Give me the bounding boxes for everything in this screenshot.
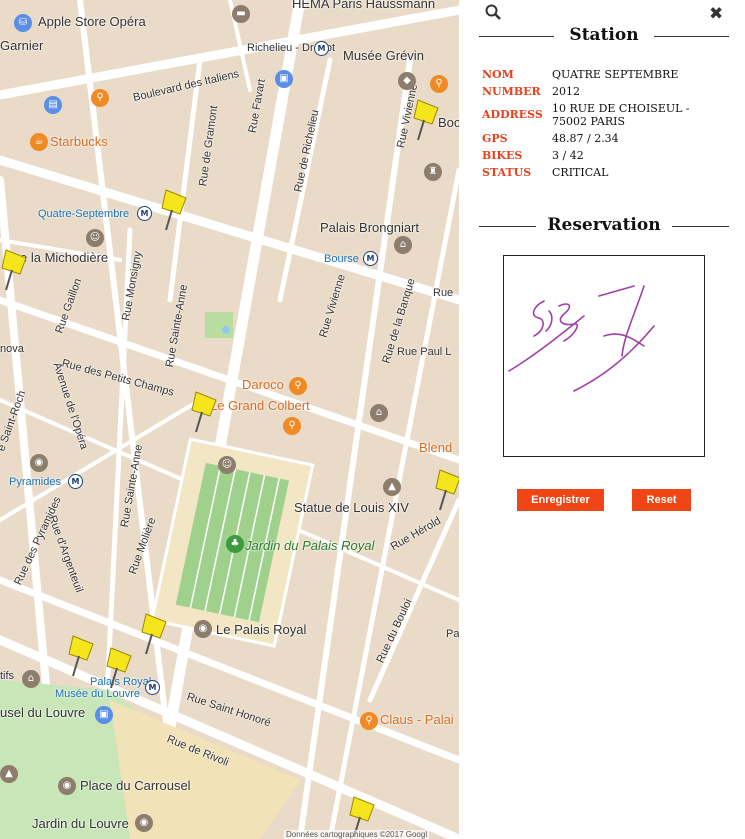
field-row: NUMBER 2012	[482, 83, 722, 100]
landmark-icon[interactable]: ♜	[424, 163, 442, 181]
shopping-icon[interactable]: ⛁	[14, 14, 32, 32]
landmark-icon-2[interactable]: ⌂	[22, 670, 40, 688]
restaurant-icon[interactable]: ⚲	[91, 89, 109, 107]
station-pin-icon-selected[interactable]	[160, 188, 190, 232]
theatre-icon[interactable]: ☺	[86, 229, 104, 247]
map-label-le-palais-royal[interactable]: Le Palais Royal	[216, 622, 306, 637]
signature-canvas[interactable]	[503, 255, 705, 457]
field-value: 10 RUE DE CHOISEUL - 75002 PARIS	[552, 102, 690, 128]
map-label-claus[interactable]: Claus - Palai	[380, 712, 454, 727]
park-icon[interactable]: ♣	[226, 535, 244, 553]
bourse-landmark-icon[interactable]: ⌂	[394, 236, 412, 254]
camera-icon-2[interactable]: ◉	[194, 620, 212, 638]
divider	[479, 36, 554, 37]
map-label-jardin[interactable]: Jardin du Palais Royal	[245, 538, 374, 553]
camera-icon-4[interactable]: ◉	[135, 814, 153, 832]
map-label-apple-store[interactable]: Apple Store Opéra	[38, 14, 146, 29]
map-label-jardin-louvre[interactable]: Jardin du Louvre	[32, 816, 129, 831]
field-row: ADDRESS 10 RUE DE CHOISEUL - 75002 PARIS	[482, 100, 722, 130]
field-key: STATUS	[482, 166, 532, 179]
metro-icon-quatre-septembre[interactable]: M	[137, 206, 152, 221]
church-icon[interactable]: ⌂	[370, 404, 388, 422]
station-pin-icon-5[interactable]	[140, 612, 170, 656]
station-pin-icon-6[interactable]	[67, 634, 97, 678]
station-pin-icon[interactable]	[412, 98, 442, 142]
station-title: Station	[569, 25, 639, 45]
metro-icon-bourse[interactable]: M	[363, 251, 378, 266]
field-key: ADDRESS	[482, 108, 543, 121]
field-key: NUMBER	[482, 85, 541, 98]
station-pin-icon-3[interactable]	[190, 390, 220, 434]
map-label-garnier: Garnier	[0, 38, 44, 53]
camera-icon-3[interactable]: ◉	[58, 777, 76, 795]
metro-icon-pyramides[interactable]: M	[68, 474, 83, 489]
cafe-icon[interactable]: ☕	[30, 133, 48, 151]
field-value: 48.87 / 2.34	[552, 132, 619, 145]
map-label-usel-louvre: usel du Louvre	[0, 705, 86, 720]
field-row: GPS 48.87 / 2.34	[482, 130, 722, 147]
map-label-statue[interactable]: Statue de Louis XIV	[294, 500, 409, 515]
map-label-musee-grevin[interactable]: Musée Grévin	[343, 48, 424, 63]
field-value: CRITICAL	[552, 166, 609, 179]
map-attribution: Données cartographiques ©2017 Googl	[284, 830, 430, 839]
reservation-title: Reservation	[547, 215, 661, 235]
field-key: NOM	[482, 68, 514, 81]
station-panel: ✖ Station NOM QUATRE SEPTEMBRE NUMBER 2012…	[459, 0, 745, 839]
map-label-grand-colbert[interactable]: Le Grand Colbert	[210, 398, 310, 413]
map-label-quatre-septembre[interactable]: Quatre-Septembre	[38, 208, 129, 220]
reservation-heading: Reservation	[479, 215, 729, 235]
field-row: STATUS CRITICAL	[482, 164, 722, 181]
metro-icon-richelieu[interactable]: M	[314, 41, 329, 56]
hotel-icon[interactable]: ▤	[44, 96, 62, 114]
map-label-daroco[interactable]: Daroco	[242, 377, 284, 392]
map-label-tifs: tifs	[0, 670, 15, 682]
field-key: GPS	[482, 132, 508, 145]
station-details: NOM QUATRE SEPTEMBRE NUMBER 2012 ADDRESS 10…	[482, 66, 722, 181]
map-label-rue-top-right: Rue	[433, 287, 454, 299]
camera-icon[interactable]: ◉	[30, 454, 48, 472]
museum-icon[interactable]: ◆	[398, 72, 416, 90]
close-icon[interactable]: ✖	[709, 4, 723, 24]
map[interactable]: Apple Store Opéra HEMA Paris Haussmann G…	[0, 0, 459, 839]
map-label-starbucks[interactable]: Starbucks	[50, 134, 108, 149]
landmark-icon-3[interactable]: ▲	[0, 765, 18, 783]
restaurant-icon-4[interactable]: ⚲	[283, 417, 301, 435]
search-icon[interactable]	[485, 4, 501, 25]
map-label-pyramides[interactable]: Pyramides	[9, 476, 61, 488]
divider	[479, 226, 536, 227]
shopping-icon-2[interactable]: ▣	[95, 706, 113, 724]
map-label-hema[interactable]: HEMA Paris Haussmann	[292, 0, 435, 11]
restaurant-icon-2[interactable]: ⚲	[430, 75, 448, 93]
divider	[672, 226, 729, 227]
field-key: BIKES	[482, 149, 523, 162]
restaurant-icon-5[interactable]: ⚲	[360, 712, 378, 730]
map-label-palais-brongniart[interactable]: Palais Brongniart	[320, 220, 419, 235]
reset-button[interactable]: Reset	[632, 489, 691, 511]
map-label-place-carrousel[interactable]: Place du Carrousel	[80, 778, 191, 793]
shopping-bag-icon[interactable]: ▣	[275, 70, 293, 88]
map-label-nova: nova	[0, 343, 24, 355]
map-label-bourse[interactable]: Bourse	[324, 253, 359, 265]
station-pin-icon-7[interactable]	[105, 646, 135, 690]
field-value: 2012	[552, 85, 580, 98]
map-label-rue-paul: Rue Paul L	[397, 346, 452, 358]
theatre-icon-2[interactable]: ☺	[218, 456, 236, 474]
metro-icon-palais-royal[interactable]: M	[145, 680, 160, 695]
field-value: QUATRE SEPTEMBRE	[552, 68, 679, 81]
station-pin-icon-2[interactable]	[0, 248, 30, 292]
bed-icon[interactable]: ▬	[232, 5, 250, 23]
station-pin-icon-4[interactable]	[434, 468, 459, 512]
map-label-blend[interactable]: Blend	[419, 440, 452, 455]
map-label-pa: Pa	[446, 628, 459, 640]
signature-stroke	[508, 285, 655, 392]
field-row: BIKES 3 / 42	[482, 147, 722, 164]
restaurant-icon-3[interactable]: ⚲	[289, 377, 307, 395]
field-row: NOM QUATRE SEPTEMBRE	[482, 66, 722, 83]
save-button[interactable]: Enregistrer	[517, 489, 604, 511]
map-label-michodiere: e la Michodière	[20, 250, 109, 265]
monument-icon[interactable]: ▲	[383, 478, 401, 496]
divider	[654, 36, 729, 37]
station-heading: Station	[479, 25, 729, 45]
field-value: 3 / 42	[552, 149, 584, 162]
